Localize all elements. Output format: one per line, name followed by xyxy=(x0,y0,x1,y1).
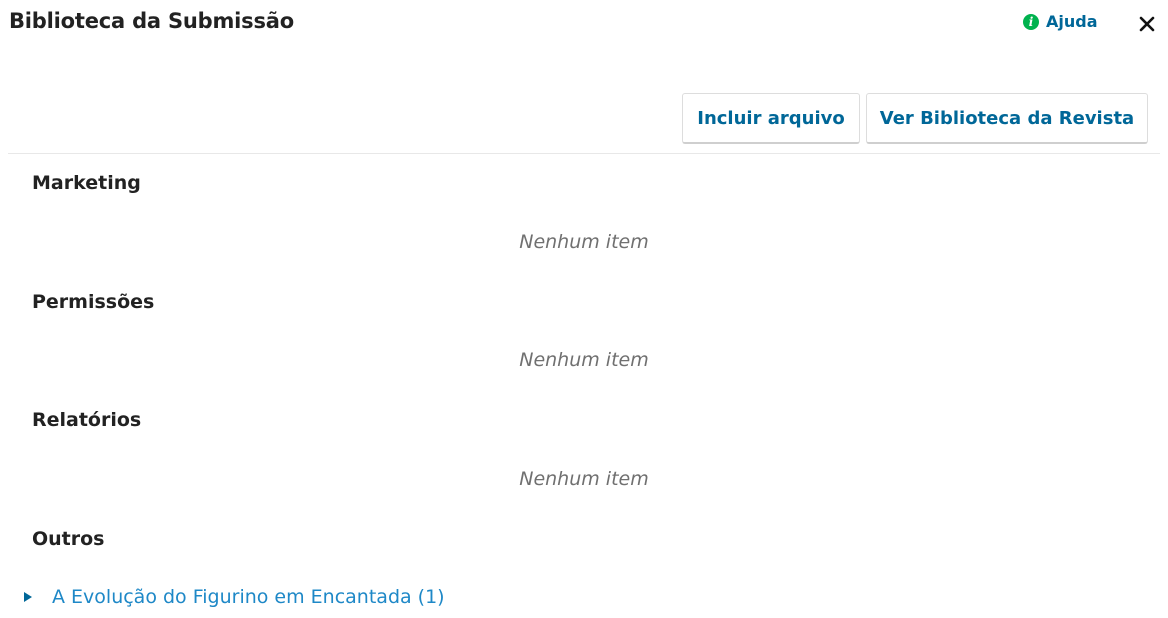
category-heading-marketing: Marketing xyxy=(32,172,141,194)
help-label: Ajuda xyxy=(1046,12,1098,31)
submission-library-modal: Biblioteca da Submissão i Ajuda Incluir … xyxy=(0,0,1168,618)
category-heading-reports: Relatórios xyxy=(32,409,142,431)
close-button[interactable] xyxy=(1134,10,1160,38)
info-circle-icon: i xyxy=(1023,13,1039,30)
expand-triangle-icon[interactable] xyxy=(24,592,32,602)
toolbar-divider xyxy=(8,153,1160,154)
empty-message-reports: Nenhum item xyxy=(519,468,649,490)
view-journal-library-button[interactable]: Ver Biblioteca da Revista xyxy=(866,93,1148,144)
modal-title: Biblioteca da Submissão xyxy=(9,9,294,33)
empty-message-marketing: Nenhum item xyxy=(519,231,649,253)
close-icon xyxy=(1139,16,1155,32)
add-file-button[interactable]: Incluir arquivo xyxy=(682,93,860,144)
category-heading-others: Outros xyxy=(32,528,105,550)
file-item[interactable]: A Evolução do Figurino em Encantada (1) xyxy=(24,586,445,608)
category-heading-permissions: Permissões xyxy=(32,291,155,313)
file-item-link[interactable]: A Evolução do Figurino em Encantada (1) xyxy=(52,586,445,608)
help-link[interactable]: i Ajuda xyxy=(1023,12,1098,31)
empty-message-permissions: Nenhum item xyxy=(519,349,649,371)
library-toolbar: Incluir arquivo Ver Biblioteca da Revist… xyxy=(682,93,1148,144)
